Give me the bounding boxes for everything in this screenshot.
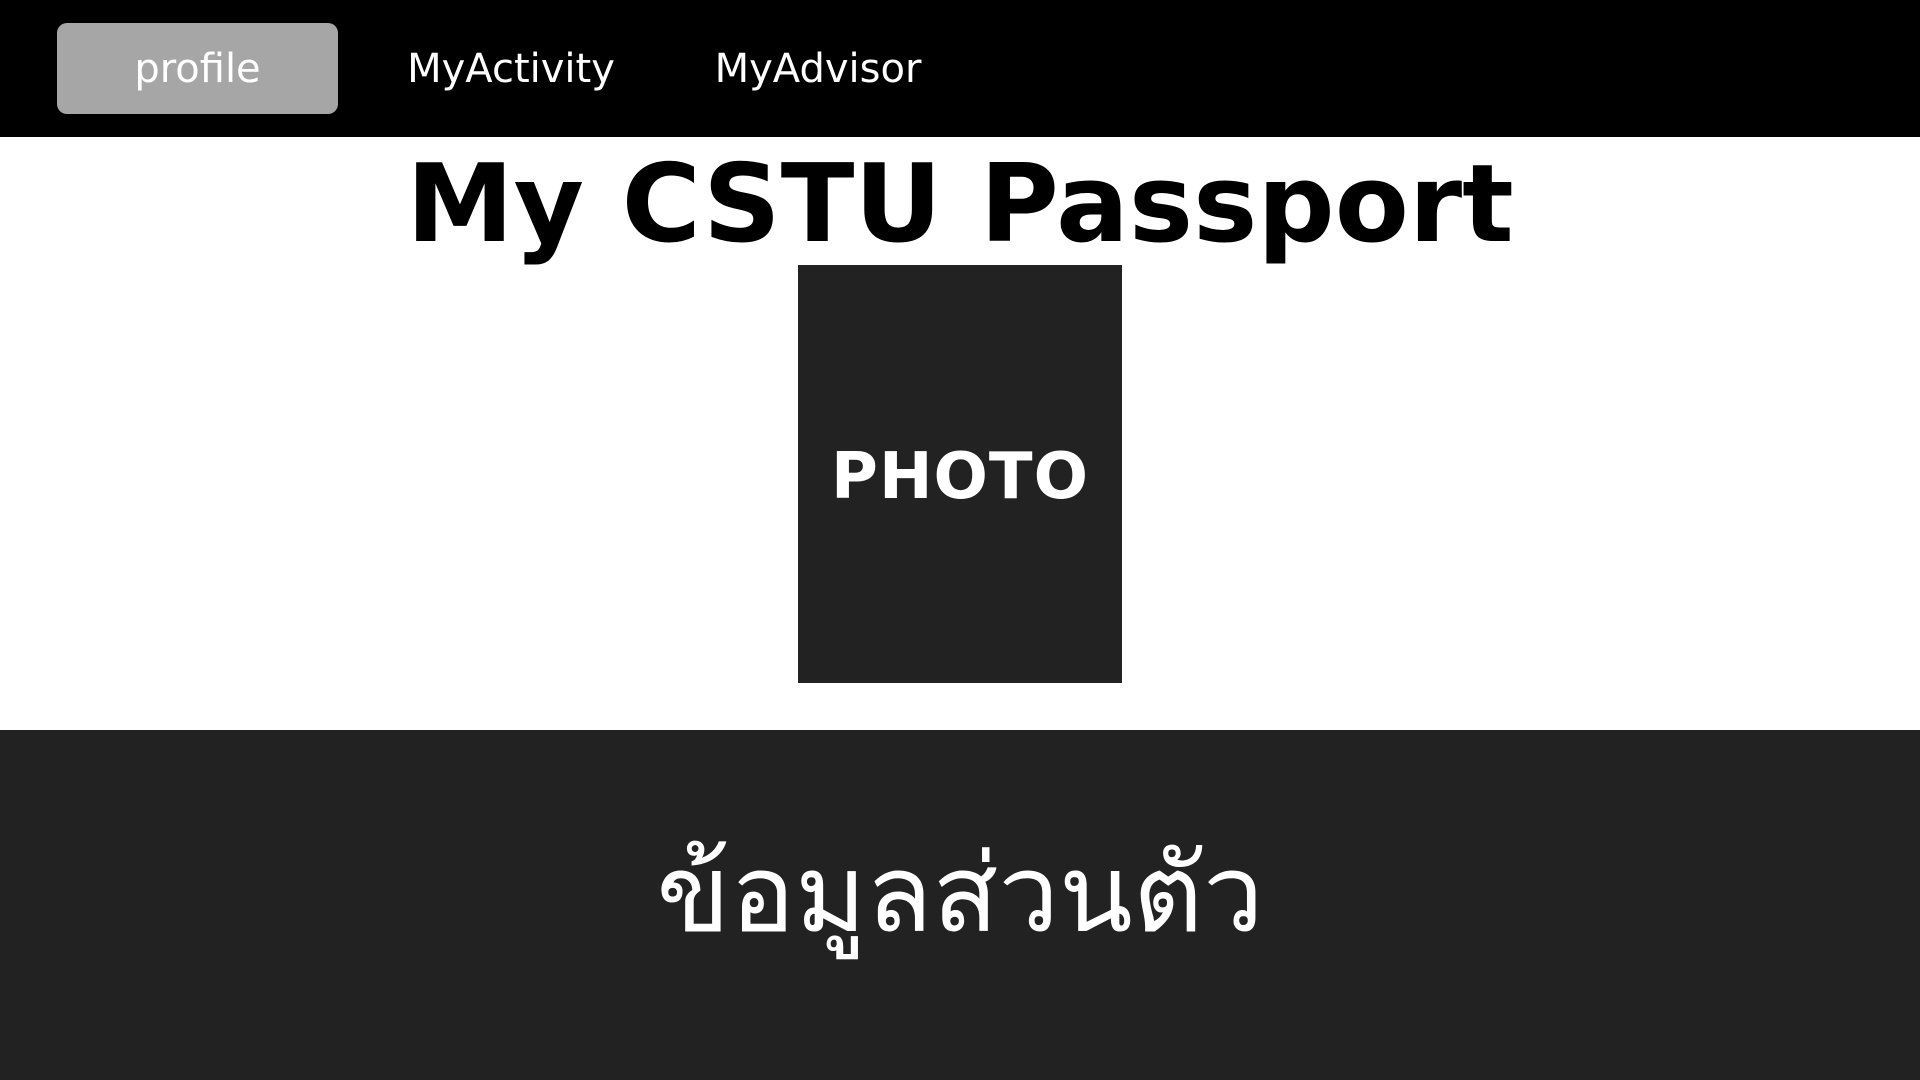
nav-tab-myactivity[interactable]: MyActivity (400, 23, 622, 114)
nav-tab-myadvisor-label: MyAdvisor (714, 45, 922, 92)
nav-tab-profile[interactable]: profile (57, 23, 338, 114)
nav-tab-myadvisor[interactable]: MyAdvisor (707, 23, 929, 114)
personal-info-section: ข้อมูลส่วนตัว (0, 730, 1920, 1080)
profile-photo-placeholder: PHOTO (798, 265, 1122, 683)
nav-tab-myactivity-label: MyActivity (407, 45, 615, 92)
page-title: My CSTU Passport (406, 142, 1514, 267)
nav-tab-profile-label: profile (134, 45, 261, 92)
photo-placeholder-label: PHOTO (831, 440, 1089, 514)
personal-info-heading: ข้อมูลส่วนตัว (656, 832, 1264, 957)
top-navigation-bar: profile MyActivity MyAdvisor (0, 0, 1920, 137)
